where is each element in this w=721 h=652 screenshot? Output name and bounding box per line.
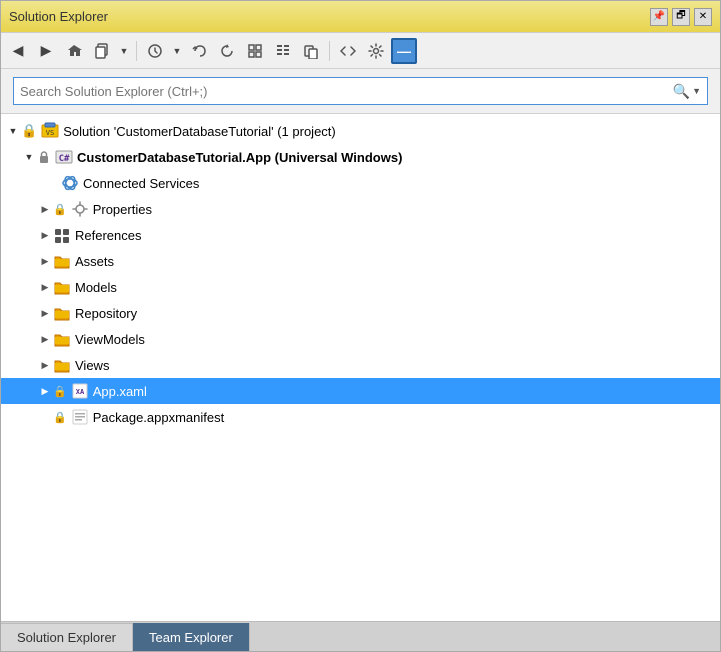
refresh-button[interactable] bbox=[214, 38, 240, 64]
appxaml-label: App.xaml bbox=[93, 384, 147, 399]
appxaml-expander[interactable]: ▶ bbox=[37, 383, 53, 399]
tree-item-assets[interactable]: ▶ Assets bbox=[1, 248, 720, 274]
repository-label: Repository bbox=[75, 306, 137, 321]
tree-item-views[interactable]: ▶ Views bbox=[1, 352, 720, 378]
properties-icon bbox=[71, 200, 89, 218]
tree-item-connected-services[interactable]: ▶ Connected Services bbox=[1, 170, 720, 196]
settings-button[interactable] bbox=[363, 38, 389, 64]
solution-expander[interactable]: ▼ bbox=[5, 123, 21, 139]
active-button[interactable]: — bbox=[391, 38, 417, 64]
tab-team-explorer[interactable]: Team Explorer bbox=[133, 623, 250, 651]
tree-item-references[interactable]: ▶ References bbox=[1, 222, 720, 248]
solution-lock-icon: 🔒 bbox=[21, 123, 37, 139]
models-folder-icon bbox=[53, 278, 71, 296]
tree-item-appxaml[interactable]: ▶ 🔒 XA App.xaml bbox=[1, 378, 720, 404]
repository-expander[interactable]: ▶ bbox=[37, 305, 53, 321]
tree-area: ▼ 🔒 VS Solution 'CustomerDatabaseTutoria… bbox=[1, 114, 720, 621]
properties-lock-icon: 🔒 bbox=[53, 203, 67, 216]
project-expander[interactable]: ▼ bbox=[21, 149, 37, 165]
viewmodels-expander[interactable]: ▶ bbox=[37, 331, 53, 347]
references-label: References bbox=[75, 228, 141, 243]
tab-team-explorer-label: Team Explorer bbox=[149, 630, 233, 645]
models-label: Models bbox=[75, 280, 117, 295]
assets-expander[interactable]: ▶ bbox=[37, 253, 53, 269]
solution-root-item[interactable]: ▼ 🔒 VS Solution 'CustomerDatabaseTutoria… bbox=[1, 118, 720, 144]
svg-text:XA: XA bbox=[75, 388, 84, 396]
viewmodels-folder-icon bbox=[53, 330, 71, 348]
packagemanifest-label: Package.appxmanifest bbox=[93, 410, 225, 425]
title-bar: Solution Explorer 📌 🗗 ✕ bbox=[1, 1, 720, 33]
connected-services-label: Connected Services bbox=[83, 176, 199, 191]
close-button[interactable]: ✕ bbox=[694, 8, 712, 26]
project-lock-icon bbox=[37, 150, 51, 164]
project-label: CustomerDatabaseTutorial.App (Universal … bbox=[77, 150, 402, 165]
toolbar-separator-1 bbox=[136, 41, 137, 61]
history-dropdown-button[interactable]: ▼ bbox=[170, 38, 184, 64]
appxaml-icon: XA bbox=[71, 382, 89, 400]
tree-item-properties[interactable]: ▶ 🔒 Properties bbox=[1, 196, 720, 222]
undo-button[interactable] bbox=[186, 38, 212, 64]
copy-dropdown-button[interactable]: ▼ bbox=[117, 38, 131, 64]
viewmodels-label: ViewModels bbox=[75, 332, 145, 347]
copy-button[interactable] bbox=[89, 38, 115, 64]
svg-text:C#: C# bbox=[59, 154, 70, 164]
properties-expander[interactable]: ▶ bbox=[37, 201, 53, 217]
connected-services-icon bbox=[61, 174, 79, 192]
svg-text:VS: VS bbox=[46, 129, 54, 137]
packagemanifest-icon bbox=[71, 408, 89, 426]
code-button[interactable] bbox=[335, 38, 361, 64]
collapse-button[interactable] bbox=[242, 38, 268, 64]
toolbar-separator-2 bbox=[329, 41, 330, 61]
tab-solution-explorer-label: Solution Explorer bbox=[17, 630, 116, 645]
views-expander[interactable]: ▶ bbox=[37, 357, 53, 373]
solution-explorer-window: Solution Explorer 📌 🗗 ✕ ◀ ▶ ▼ bbox=[0, 0, 721, 652]
models-expander[interactable]: ▶ bbox=[37, 279, 53, 295]
project-item[interactable]: ▼ C# CustomerDatabaseTutorial.App (Unive… bbox=[1, 144, 720, 170]
repository-folder-icon bbox=[53, 304, 71, 322]
search-input[interactable] bbox=[20, 84, 673, 99]
search-icon[interactable]: 🔍 bbox=[673, 83, 690, 100]
filter-button[interactable] bbox=[270, 38, 296, 64]
assets-label: Assets bbox=[75, 254, 114, 269]
history-button[interactable] bbox=[142, 38, 168, 64]
tree-item-viewmodels[interactable]: ▶ ViewModels bbox=[1, 326, 720, 352]
pin-button[interactable]: 📌 bbox=[650, 8, 668, 26]
restore-button[interactable]: 🗗 bbox=[672, 8, 690, 26]
project-icon: C# bbox=[55, 148, 73, 166]
views-folder-icon bbox=[53, 356, 71, 374]
tree-item-repository[interactable]: ▶ Repository bbox=[1, 300, 720, 326]
home-button[interactable] bbox=[61, 38, 87, 64]
search-dropdown-button[interactable]: ▼ bbox=[690, 86, 701, 96]
search-bar: 🔍 ▼ bbox=[13, 77, 708, 105]
back-button[interactable]: ◀ bbox=[5, 38, 31, 64]
appxaml-lock-icon: 🔒 bbox=[53, 385, 67, 398]
references-icon bbox=[53, 226, 71, 244]
tree-item-models[interactable]: ▶ Models bbox=[1, 274, 720, 300]
forward-button[interactable]: ▶ bbox=[33, 38, 59, 64]
title-bar-controls: 📌 🗗 ✕ bbox=[650, 8, 712, 26]
search-container: 🔍 ▼ bbox=[1, 69, 720, 114]
views-label: Views bbox=[75, 358, 109, 373]
solution-icon: VS bbox=[41, 122, 59, 140]
packagemanifest-lock-icon: 🔒 bbox=[53, 411, 67, 424]
references-expander[interactable]: ▶ bbox=[37, 227, 53, 243]
assets-folder-icon bbox=[53, 252, 71, 270]
title-bar-text: Solution Explorer bbox=[9, 9, 650, 24]
solution-label: Solution 'CustomerDatabaseTutorial' (1 p… bbox=[63, 124, 336, 139]
bottom-tabs: Solution Explorer Team Explorer bbox=[1, 621, 720, 651]
toolbar: ◀ ▶ ▼ ▼ bbox=[1, 33, 720, 69]
tab-solution-explorer[interactable]: Solution Explorer bbox=[1, 623, 133, 651]
copy2-button[interactable] bbox=[298, 38, 324, 64]
tree-item-packagemanifest[interactable]: ▶ 🔒 Package.appxmanifest bbox=[1, 404, 720, 430]
properties-label: Properties bbox=[93, 202, 152, 217]
